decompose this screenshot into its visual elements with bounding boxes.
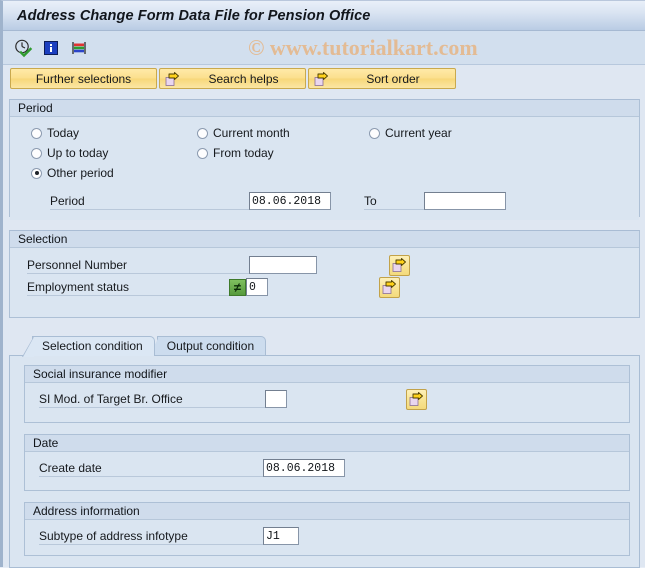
tab-output-condition-label: Output condition [166,339,255,353]
further-selections-button[interactable]: Further selections [10,68,157,89]
selection-group: Selection Personnel Number Employment st… [9,230,640,318]
variant-icon[interactable] [69,38,89,58]
si-group-body: SI Mod. of Target Br. Office [25,383,629,417]
tab-selection-condition-label: Selection condition [42,339,143,353]
employment-status-row: Employment status ≠ [10,276,639,298]
page-title: Address Change Form Data File for Pensio… [17,7,371,24]
radio-today-label: Today [47,126,80,140]
period-group-header: Period [10,100,639,117]
date-group: Date Create date [24,434,630,491]
period-to-input[interactable] [424,192,506,210]
si-group-title: Social insurance modifier [33,367,168,381]
period-field-label: Period [50,192,249,210]
si-mod-input[interactable] [265,390,287,408]
address-information-group: Address information Subtype of address i… [24,502,630,556]
tab-output-condition[interactable]: Output condition [146,336,267,357]
radio-today[interactable]: Today [31,126,197,140]
radio-circle-from-today [197,147,208,159]
radio-up-to-today[interactable]: Up to today [31,146,197,160]
period-dates-row: Period To [10,190,639,212]
tab-panel-selection-condition: Social insurance modifier SI Mod. of Tar… [9,355,640,568]
employment-status-input[interactable] [246,278,268,296]
subtype-label: Subtype of address infotype [39,527,263,545]
period-group-title: Period [18,101,53,115]
date-group-body: Create date [25,452,629,486]
radio-current-year[interactable]: Current year [369,126,452,140]
period-to-label: To [364,192,424,210]
personnel-number-label: Personnel Number [27,256,249,274]
period-radio-row-2: Up to today From today [10,143,639,163]
si-mod-row: SI Mod. of Target Br. Office [25,388,629,410]
period-group: Period Today Current month Current year [9,99,640,220]
period-from-input[interactable] [249,192,331,210]
radio-other-period-label: Other period [47,166,114,180]
period-radio-row-1: Today Current month Current year [10,123,639,143]
search-helps-label: Search helps [208,71,279,86]
radio-circle-other-period [31,167,42,179]
selection-group-title: Selection [18,232,68,246]
further-selections-label: Further selections [35,71,132,86]
subtype-input[interactable] [263,527,299,545]
radio-from-today-label: From today [213,146,274,160]
date-group-header: Date [25,435,629,452]
personnel-number-input[interactable] [249,256,317,274]
create-date-row: Create date [25,457,629,479]
radio-other-period[interactable]: Other period [31,166,197,180]
personnel-number-row: Personnel Number [10,254,639,276]
employment-status-multi-select-button[interactable] [379,276,400,298]
si-mod-label: SI Mod. of Target Br. Office [39,390,265,408]
radio-circle-up-to-today [31,147,42,159]
radio-up-to-today-label: Up to today [47,146,109,160]
toolbar: © www.tutorialkart.com [3,31,645,65]
arrow-right-icon [314,72,329,87]
address-group-body: Subtype of address infotype [25,520,629,554]
selection-group-header: Selection [10,231,639,248]
radio-circle-today [31,127,42,139]
social-insurance-modifier-group: Social insurance modifier SI Mod. of Tar… [24,365,630,423]
selection-group-body: Personnel Number Employment status ≠ [10,248,639,306]
radio-current-month-label: Current month [213,126,290,140]
info-icon[interactable] [41,38,61,58]
radio-current-year-label: Current year [385,126,452,140]
radio-circle-current-month [197,127,208,139]
address-group-header: Address information [25,503,629,520]
search-helps-button[interactable]: Search helps [159,68,306,89]
si-mod-multi-select-button[interactable] [406,388,427,410]
action-button-row: Further selections Search helps Sort ord… [3,65,645,95]
radio-current-month[interactable]: Current month [197,126,369,140]
sort-order-label: Sort order [366,71,420,86]
personnel-number-multi-select-button[interactable] [389,254,410,276]
tabstrip: Selection condition Output condition Soc… [9,334,640,568]
si-group-header: Social insurance modifier [25,366,629,383]
date-group-title: Date [33,436,59,450]
radio-from-today[interactable]: From today [197,146,369,160]
subtype-row: Subtype of address infotype [25,525,629,547]
period-group-body: Today Current month Current year Up to t… [10,117,639,220]
watermark-text: © www.tutorialkart.com [248,34,478,60]
period-radio-row-3: Other period [10,163,639,183]
create-date-label: Create date [39,459,263,477]
title-bar: Address Change Form Data File for Pensio… [3,1,645,31]
tab-list: Selection condition Output condition [9,334,640,357]
sort-order-button[interactable]: Sort order [308,68,456,89]
address-group-title: Address information [33,504,140,518]
execute-clock-icon[interactable] [13,38,33,58]
create-date-input[interactable] [263,459,345,477]
radio-circle-current-year [369,127,380,139]
arrow-right-icon [165,72,180,87]
employment-status-label: Employment status [27,278,229,296]
not-equal-operator-icon[interactable]: ≠ [229,278,246,296]
application-window: Address Change Form Data File for Pensio… [0,0,645,568]
tab-selection-condition[interactable]: Selection condition [22,336,155,357]
